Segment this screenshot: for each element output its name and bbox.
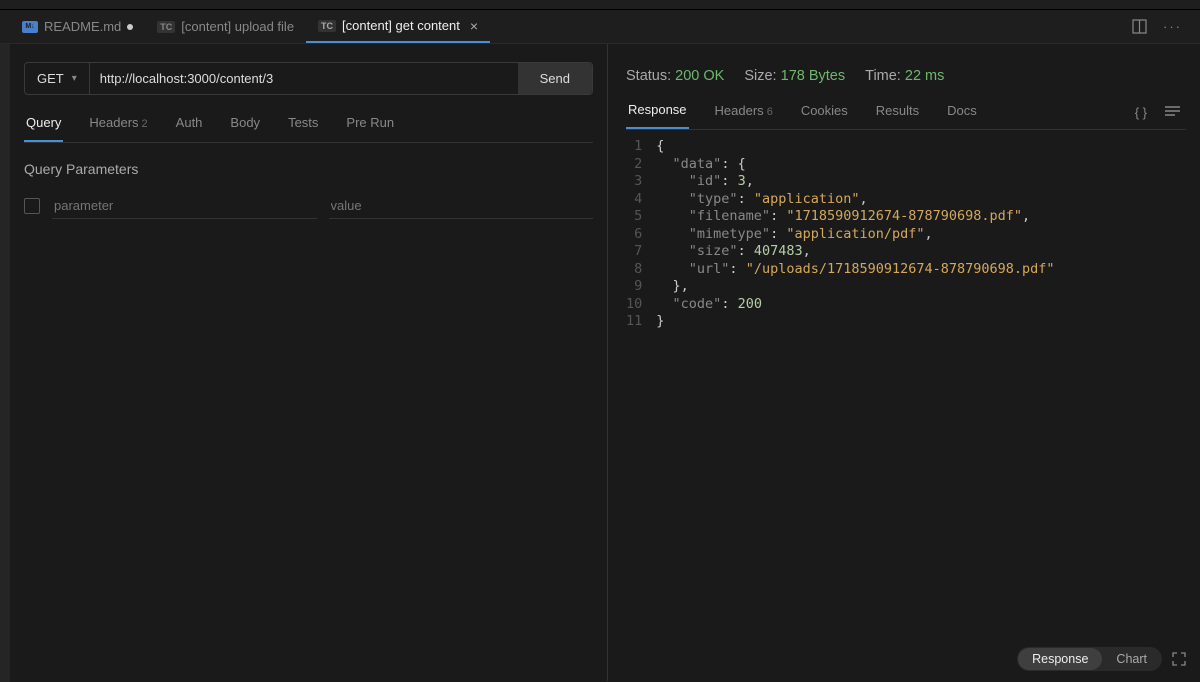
toggle-chart[interactable]: Chart	[1102, 648, 1161, 670]
tab-body[interactable]: Body	[228, 109, 262, 142]
size-label: Size:	[744, 68, 776, 84]
chevron-down-icon: ▾	[72, 73, 77, 84]
response-pane: Status: 200 OK Size: 178 Bytes Time: 22 …	[608, 44, 1200, 681]
tab-resp-headers[interactable]: Headers6	[713, 97, 775, 128]
tab-label: [content] get content	[342, 18, 460, 33]
status-label: Status:	[626, 68, 671, 84]
editor-tabs: M↓ README.md TC [content] upload file TC…	[0, 10, 1200, 44]
param-row	[24, 193, 593, 219]
param-value-input[interactable]	[329, 193, 594, 219]
request-pane: GET ▾ Send Query Headers2 Auth Body Test…	[10, 44, 608, 681]
time-value: 22 ms	[905, 68, 945, 84]
tab-tests[interactable]: Tests	[286, 109, 320, 142]
window-top-bar	[0, 0, 1200, 10]
tab-pre-run[interactable]: Pre Run	[344, 109, 396, 142]
method-select[interactable]: GET ▾	[25, 63, 90, 94]
param-name-input[interactable]	[52, 193, 317, 219]
tab-upload-file[interactable]: TC [content] upload file	[145, 10, 306, 43]
send-button[interactable]: Send	[518, 63, 592, 94]
tab-get-content[interactable]: TC [content] get content ×	[306, 10, 490, 43]
url-bar: GET ▾ Send	[24, 62, 593, 95]
tab-label: README.md	[44, 19, 121, 34]
view-toggle: Response Chart	[1017, 647, 1186, 671]
dirty-indicator-icon	[127, 24, 133, 30]
response-body[interactable]: 1234567891011 { "data": { "id": 3, "type…	[626, 138, 1186, 331]
status-value: 200 OK	[675, 68, 724, 84]
count-badge: 2	[142, 118, 148, 130]
size-value: 178 Bytes	[781, 68, 846, 84]
time-label: Time:	[865, 68, 901, 84]
expand-icon[interactable]	[1172, 652, 1186, 666]
braces-icon[interactable]: { }	[1135, 105, 1147, 120]
activity-bar-strip	[0, 44, 10, 682]
thunder-client-icon: TC	[157, 21, 175, 33]
split-editor-icon[interactable]	[1132, 19, 1147, 34]
status-row: Status: 200 OK Size: 178 Bytes Time: 22 …	[626, 62, 1186, 84]
more-icon[interactable]: ···	[1163, 19, 1182, 34]
tab-headers[interactable]: Headers2	[87, 109, 149, 142]
query-params-title: Query Parameters	[24, 161, 593, 177]
tab-query[interactable]: Query	[24, 109, 63, 142]
response-tabs: Response Headers6 Cookies Results Docs {…	[626, 96, 1186, 130]
url-input[interactable]	[90, 63, 518, 94]
method-label: GET	[37, 71, 64, 86]
toggle-response[interactable]: Response	[1018, 648, 1102, 670]
request-tabs: Query Headers2 Auth Body Tests Pre Run	[24, 109, 593, 143]
tab-auth[interactable]: Auth	[174, 109, 205, 142]
code-lines: { "data": { "id": 3, "type": "applicatio…	[656, 138, 1054, 331]
tab-docs[interactable]: Docs	[945, 97, 979, 128]
wrap-lines-icon[interactable]	[1165, 105, 1180, 117]
tab-cookies[interactable]: Cookies	[799, 97, 850, 128]
tab-label: [content] upload file	[181, 19, 294, 34]
tab-response[interactable]: Response	[626, 96, 689, 129]
tab-results[interactable]: Results	[874, 97, 921, 128]
line-gutter: 1234567891011	[626, 138, 656, 331]
close-icon[interactable]: ×	[466, 18, 478, 34]
thunder-client-icon: TC	[318, 20, 336, 32]
param-checkbox[interactable]	[24, 198, 40, 214]
count-badge: 6	[767, 106, 773, 118]
markdown-icon: M↓	[22, 21, 38, 33]
tab-readme[interactable]: M↓ README.md	[10, 10, 145, 43]
